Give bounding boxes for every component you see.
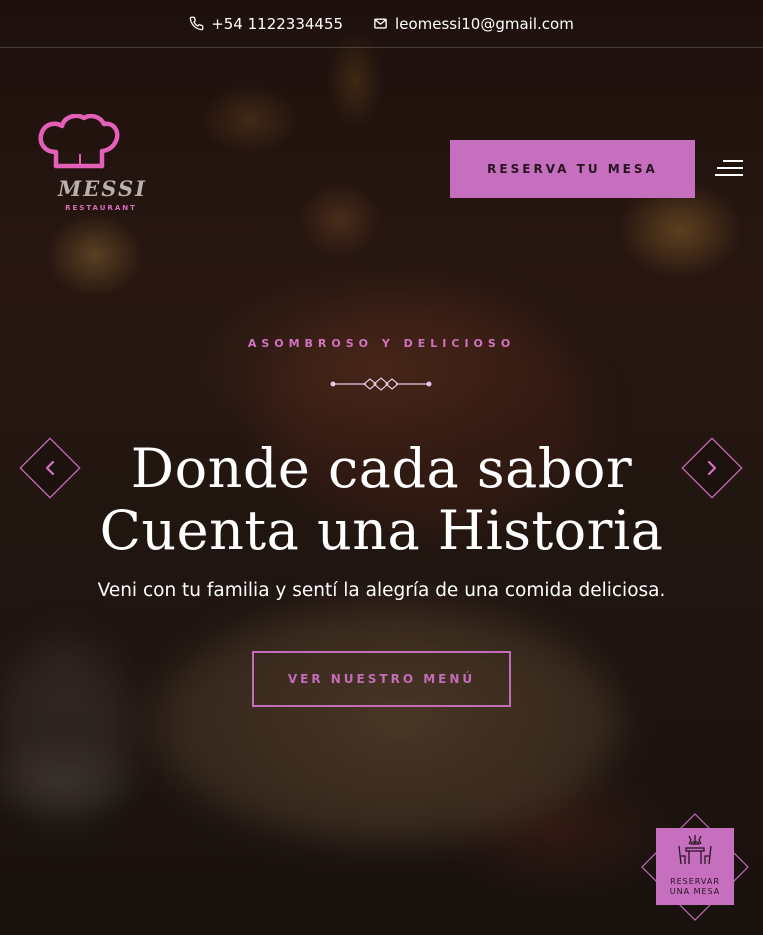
floating-label-line-2: UNA MESA xyxy=(669,887,721,896)
hero-subtitle: Veni con tu familia y sentí la alegría d… xyxy=(97,580,666,601)
floating-label-line-1: RESERVAR xyxy=(670,877,720,886)
phone-icon xyxy=(189,16,204,31)
hamburger-icon-line xyxy=(715,174,743,176)
hamburger-icon-line xyxy=(723,160,743,162)
contact-bar: +54 1122334455 leomessi10@gmail.com xyxy=(0,0,763,48)
chevron-left-icon[interactable] xyxy=(19,437,81,499)
logo-name: MESSI xyxy=(58,176,147,201)
phone-number: +54 1122334455 xyxy=(211,14,344,33)
ornament-divider-icon xyxy=(330,377,432,391)
floating-reserve-label: RESERVAR UNA MESA xyxy=(660,877,730,897)
chevron-right-icon[interactable] xyxy=(681,437,743,499)
phone-link[interactable]: +54 1122334455 xyxy=(189,15,343,33)
view-menu-button[interactable]: VER NUESTRO MENÚ xyxy=(252,651,511,707)
hamburger-menu-button[interactable] xyxy=(713,160,743,178)
dining-table-icon xyxy=(678,835,712,865)
logo-subtitle: RESTAURANT xyxy=(65,204,137,212)
email-address: leomessi10@gmail.com xyxy=(395,14,574,33)
reserve-table-button[interactable]: RESERVA TU MESA xyxy=(450,140,695,198)
mail-icon xyxy=(374,18,387,29)
floating-reserve-button[interactable]: RESERVAR UNA MESA xyxy=(656,828,734,905)
email-link[interactable]: leomessi10@gmail.com xyxy=(373,15,574,33)
hero-eyebrow: ASOMBROSO Y DELICIOSO xyxy=(247,337,516,350)
hero-title-line-1: Donde cada sabor xyxy=(130,437,633,500)
hamburger-icon-line xyxy=(717,167,743,169)
chef-hat-icon xyxy=(38,114,120,169)
restaurant-logo[interactable]: MESSI RESTAURANT xyxy=(36,114,150,218)
hero-title-line-2: Cuenta una Historia xyxy=(99,499,664,562)
floating-reserve-widget[interactable]: RESERVAR UNA MESA xyxy=(640,813,750,921)
hero-title: Donde cada sabor Cuenta una Historia xyxy=(0,438,763,562)
